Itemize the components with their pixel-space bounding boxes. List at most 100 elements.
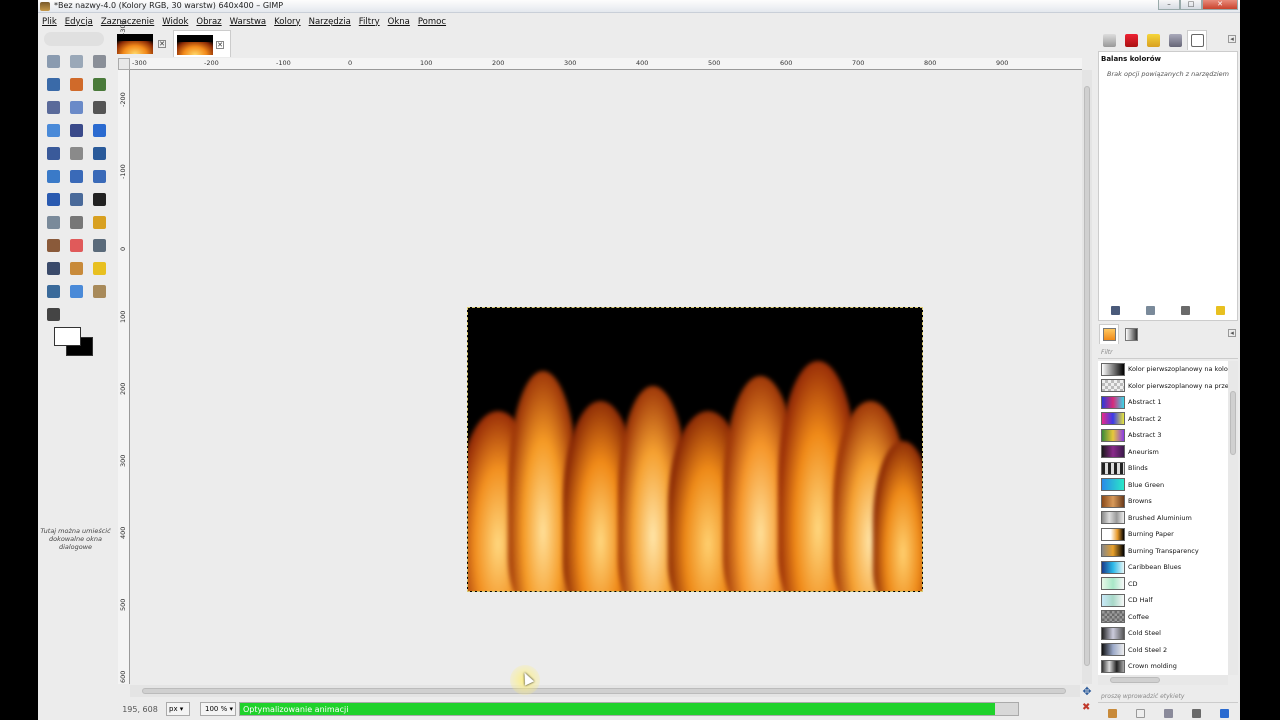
gradient-list-item[interactable]: Caribbean Blues (1098, 559, 1228, 576)
shear-tool-button[interactable] (65, 165, 88, 188)
ellipse-select-tool-button[interactable] (65, 50, 88, 73)
tab-layers[interactable] (1099, 30, 1119, 50)
edit-gradient-icon[interactable] (1107, 708, 1117, 718)
horizontal-ruler[interactable]: -300 -200 -100 0 100 200 300 400 500 600 700 800 900 (130, 58, 1082, 70)
tab-undo-history[interactable] (1165, 30, 1185, 50)
tab-gradients[interactable] (1121, 324, 1141, 344)
eraser-tool-button[interactable] (65, 234, 88, 257)
canvas-area[interactable] (130, 70, 1080, 684)
zoom-select[interactable]: 100 % ▾ (200, 702, 236, 716)
fuzzy-select-tool-button[interactable] (42, 73, 65, 96)
gradient-list-hscroll[interactable] (1098, 675, 1228, 685)
gradient-list-item[interactable]: CD (1098, 576, 1228, 593)
duplicate-gradient-icon[interactable] (1163, 708, 1173, 718)
menu-edycja[interactable]: Edycja (65, 17, 93, 27)
tab-gradients-fg[interactable] (1099, 324, 1119, 344)
airbrush-tool-button[interactable] (88, 234, 111, 257)
cancel-icon[interactable]: ✖ (1082, 703, 1092, 713)
gradient-list-item[interactable]: Kolor pierwszoplanowy na przezroczystość (1098, 378, 1228, 395)
scissors-tool-button[interactable] (88, 73, 111, 96)
zoom-tool-button[interactable] (42, 119, 65, 142)
tab-paths[interactable] (1143, 30, 1163, 50)
gradient-list-item[interactable]: Coffee (1098, 609, 1228, 626)
move-tool-button[interactable] (88, 119, 111, 142)
paintbrush-tool-button[interactable] (42, 234, 65, 257)
tab-tool-options[interactable] (1187, 30, 1207, 50)
image-tab-active[interactable]: ✕ (173, 30, 231, 57)
blend-tool-button[interactable] (65, 211, 88, 234)
pencil-tool-button[interactable] (88, 211, 111, 234)
clone-tool-button[interactable] (65, 257, 88, 280)
minimize-button[interactable]: – (1158, 0, 1180, 10)
gradient-list-item[interactable]: Blue Green (1098, 477, 1228, 494)
canvas-horizontal-scrollbar[interactable] (130, 685, 1080, 697)
menu-kolory[interactable]: Kolory (274, 17, 300, 27)
scale-tool-button[interactable] (42, 165, 65, 188)
cage-tool-button[interactable] (65, 188, 88, 211)
heal-tool-button[interactable] (88, 257, 111, 280)
fire-image-layer[interactable] (467, 307, 923, 592)
gradient-list-item[interactable]: Cold Steel (1098, 625, 1228, 642)
flip-tool-button[interactable] (42, 188, 65, 211)
tag-input[interactable]: proszę wprowadzić etykiety (1098, 691, 1238, 703)
perspective-clone-tool-button[interactable] (42, 280, 65, 303)
color-select-tool-button[interactable] (65, 73, 88, 96)
dodge-burn-tool-button[interactable] (42, 303, 65, 326)
menu-warstwa[interactable]: Warstwa (230, 17, 267, 27)
menu-obraz[interactable]: Obraz (196, 17, 221, 27)
foreground-select-tool-button[interactable] (42, 96, 65, 119)
gradient-list-vscroll[interactable] (1228, 361, 1238, 675)
gradient-list-item[interactable]: Abstract 2 (1098, 411, 1228, 428)
menu-pomoc[interactable]: Pomoc (418, 17, 446, 27)
menu-okna[interactable]: Okna (388, 17, 410, 27)
gradient-list-item[interactable]: Abstract 3 (1098, 427, 1228, 444)
close-button[interactable]: ✕ (1202, 0, 1238, 10)
new-gradient-icon[interactable] (1135, 708, 1145, 718)
rotate-tool-button[interactable] (88, 142, 111, 165)
maximize-button[interactable]: □ (1180, 0, 1202, 10)
refresh-gradients-icon[interactable] (1219, 708, 1229, 718)
tab-channels[interactable] (1121, 30, 1141, 50)
gradient-list-item[interactable]: Aneurism (1098, 444, 1228, 461)
smudge-tool-button[interactable] (88, 280, 111, 303)
close-tab-icon[interactable]: ✕ (216, 41, 224, 49)
free-select-tool-button[interactable] (88, 50, 111, 73)
text-tool-button[interactable] (88, 188, 111, 211)
menu-widok[interactable]: Widok (162, 17, 188, 27)
ruler-corner[interactable] (118, 58, 130, 70)
delete-options-icon[interactable] (1181, 305, 1190, 315)
gradient-list-item[interactable]: Burning Transparency (1098, 543, 1228, 560)
gradient-filter-input[interactable]: Filtr (1098, 347, 1238, 359)
vertical-ruler[interactable]: -300 -200 -100 0 100 200 300 400 500 600 (118, 20, 130, 684)
foreground-color-swatch[interactable] (54, 327, 81, 346)
reset-options-icon[interactable] (1216, 305, 1225, 315)
gradient-list-item[interactable]: Crown molding (1098, 658, 1228, 675)
close-tab-icon[interactable]: ✕ (158, 40, 166, 48)
dock-menu-icon[interactable]: ◂ (1228, 329, 1236, 337)
perspective-tool-button[interactable] (88, 165, 111, 188)
menu-narzędzia[interactable]: Narzędzia (309, 17, 351, 27)
align-tool-button[interactable] (42, 142, 65, 165)
navigate-icon[interactable]: ✥ (1081, 686, 1093, 698)
restore-options-icon[interactable] (1146, 305, 1155, 315)
menu-zaznaczenie[interactable]: Zaznaczenie (101, 17, 154, 27)
blur-tool-button[interactable] (65, 280, 88, 303)
menu-filtry[interactable]: Filtry (359, 17, 380, 27)
measure-tool-button[interactable] (65, 119, 88, 142)
unit-select[interactable]: px ▾ (166, 702, 190, 716)
save-options-icon[interactable] (1111, 305, 1120, 315)
canvas-vertical-scrollbar[interactable] (1082, 70, 1092, 684)
paths-tool-button[interactable] (65, 96, 88, 119)
gradient-list-item[interactable]: Cold Steel 2 (1098, 642, 1228, 659)
menu-plik[interactable]: Plik (42, 17, 57, 27)
dock-menu-icon[interactable]: ◂ (1228, 35, 1236, 43)
gradient-list-item[interactable]: Browns (1098, 493, 1228, 510)
gradient-list-item[interactable]: Blinds (1098, 460, 1228, 477)
gradient-list-item[interactable]: Brushed Aluminium (1098, 510, 1228, 527)
gradient-list-item[interactable]: Abstract 1 (1098, 394, 1228, 411)
fg-bg-color-selector[interactable] (54, 327, 94, 357)
gradient-list-item[interactable]: CD Half (1098, 592, 1228, 609)
wilber-drop-area[interactable] (44, 32, 104, 46)
delete-gradient-icon[interactable] (1191, 708, 1201, 718)
bucket-fill-tool-button[interactable] (42, 211, 65, 234)
